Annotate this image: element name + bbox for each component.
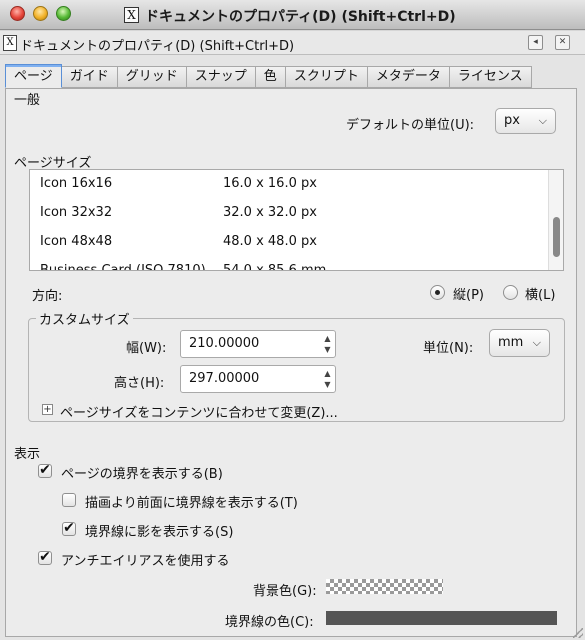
border-on-top-checkbox[interactable]	[62, 493, 76, 507]
border-on-top-label[interactable]: 描画より前面に境界線を表示する(T)	[85, 492, 298, 511]
page-size-list[interactable]: Icon 16x16 16.0 x 16.0 px Icon 32x32 32.…	[29, 169, 564, 271]
window-titlebar: X ドキュメントのプロパティ(D) (Shift+Ctrl+D)	[0, 0, 585, 30]
portrait-radio[interactable]	[430, 285, 445, 300]
unit-label: 単位(N):	[423, 341, 474, 356]
default-unit-dropdown[interactable]: px ⌵	[495, 108, 556, 134]
minimize-window-button[interactable]	[33, 6, 48, 21]
zoom-window-button[interactable]	[56, 6, 71, 21]
resize-grip-icon[interactable]	[573, 628, 583, 638]
chevron-down-icon: ⌵	[538, 114, 547, 127]
page-size-name: Icon 32x32	[40, 205, 113, 220]
tab-guides[interactable]: ガイド	[61, 66, 118, 88]
border-color-swatch[interactable]	[326, 611, 557, 625]
page-size-dimensions: 16.0 x 16.0 px	[223, 176, 317, 191]
dock-title: ドキュメントのプロパティ(D) (Shift+Ctrl+D)	[20, 39, 295, 54]
document-properties-panel: X ドキュメントのプロパティ(D) (Shift+Ctrl+D) ◂ ✕ ページ…	[0, 31, 585, 640]
width-spinbox[interactable]: 210.00000 ▲ ▼	[180, 330, 336, 358]
height-label: 高さ(H):	[114, 376, 165, 391]
list-item[interactable]: Icon 32x32 32.0 x 32.0 px	[30, 199, 545, 228]
page-size-name: Business Card (ISO 7810)	[40, 263, 206, 271]
tab-license[interactable]: ライセンス	[449, 66, 532, 88]
list-item[interactable]: Icon 48x48 48.0 x 48.0 px	[30, 228, 545, 257]
page-size-name: Icon 16x16	[40, 176, 113, 191]
display-section-title: 表示	[14, 447, 41, 462]
tab-color[interactable]: 色	[255, 66, 286, 88]
tab-scripting[interactable]: スクリプト	[285, 66, 368, 88]
chevron-down-icon: ⌵	[532, 336, 541, 349]
window-title: ドキュメントのプロパティ(D) (Shift+Ctrl+D)	[145, 9, 456, 25]
tab-bar: ページ ガイド グリッド スナップ 色 スクリプト メタデータ ライセンス	[5, 64, 532, 88]
tab-page[interactable]: ページ	[5, 64, 62, 88]
expander-plus-icon[interactable]: +	[42, 404, 53, 415]
portrait-label[interactable]: 縦(P)	[453, 284, 484, 303]
page-size-dimensions: 54.0 x 85.6 mm	[223, 263, 327, 271]
iconify-button[interactable]: ◂	[528, 35, 543, 50]
default-unit-value: px	[504, 113, 520, 128]
stepper-arrows-icon[interactable]: ▲ ▼	[322, 333, 333, 355]
general-section-title: 一般	[14, 93, 41, 108]
close-dock-button[interactable]: ✕	[555, 35, 570, 50]
app-icon: X	[124, 7, 139, 23]
list-scrollbar[interactable]	[548, 170, 563, 270]
scrollbar-thumb[interactable]	[553, 217, 560, 257]
border-color-label: 境界線の色(C):	[225, 615, 314, 630]
height-value: 297.00000	[189, 371, 260, 386]
page-size-dimensions: 48.0 x 48.0 px	[223, 234, 317, 249]
unit-value: mm	[498, 335, 524, 350]
tab-grids[interactable]: グリッド	[117, 66, 187, 88]
list-item[interactable]: Icon 16x16 16.0 x 16.0 px	[30, 170, 545, 199]
landscape-radio[interactable]	[503, 285, 518, 300]
tab-metadata[interactable]: メタデータ	[367, 66, 450, 88]
orientation-label: 方向:	[32, 289, 63, 304]
width-value: 210.00000	[189, 336, 260, 351]
show-border-label[interactable]: ページの境界を表示する(B)	[61, 463, 223, 482]
unit-dropdown[interactable]: mm ⌵	[489, 329, 550, 357]
antialias-label[interactable]: アンチエイリアスを使用する	[61, 550, 229, 569]
stepper-arrows-icon[interactable]: ▲ ▼	[322, 368, 333, 390]
antialias-checkbox[interactable]: ✔	[38, 550, 52, 565]
list-item[interactable]: Business Card (ISO 7810) 54.0 x 85.6 mm	[30, 257, 545, 271]
height-spinbox[interactable]: 297.00000 ▲ ▼	[180, 365, 336, 393]
tab-snap[interactable]: スナップ	[186, 66, 256, 88]
show-border-checkbox[interactable]: ✔	[38, 463, 52, 478]
custom-size-title: カスタムサイズ	[36, 309, 133, 328]
document-icon: X	[3, 35, 17, 51]
border-shadow-checkbox[interactable]: ✔	[62, 521, 76, 536]
border-shadow-label[interactable]: 境界線に影を表示する(S)	[85, 521, 233, 540]
resize-to-content-label[interactable]: ページサイズをコンテンツに合わせて変更(Z)...	[60, 402, 338, 421]
page-size-name: Icon 48x48	[40, 234, 113, 249]
background-color-swatch[interactable]	[326, 579, 443, 594]
background-color-label: 背景色(G):	[253, 584, 317, 599]
width-label: 幅(W):	[126, 341, 167, 356]
close-window-button[interactable]	[10, 6, 25, 21]
dock-header: X ドキュメントのプロパティ(D) (Shift+Ctrl+D) ◂ ✕	[0, 31, 585, 55]
default-unit-label: デフォルトの単位(U):	[346, 118, 475, 133]
landscape-label[interactable]: 横(L)	[525, 284, 555, 303]
page-size-dimensions: 32.0 x 32.0 px	[223, 205, 317, 220]
